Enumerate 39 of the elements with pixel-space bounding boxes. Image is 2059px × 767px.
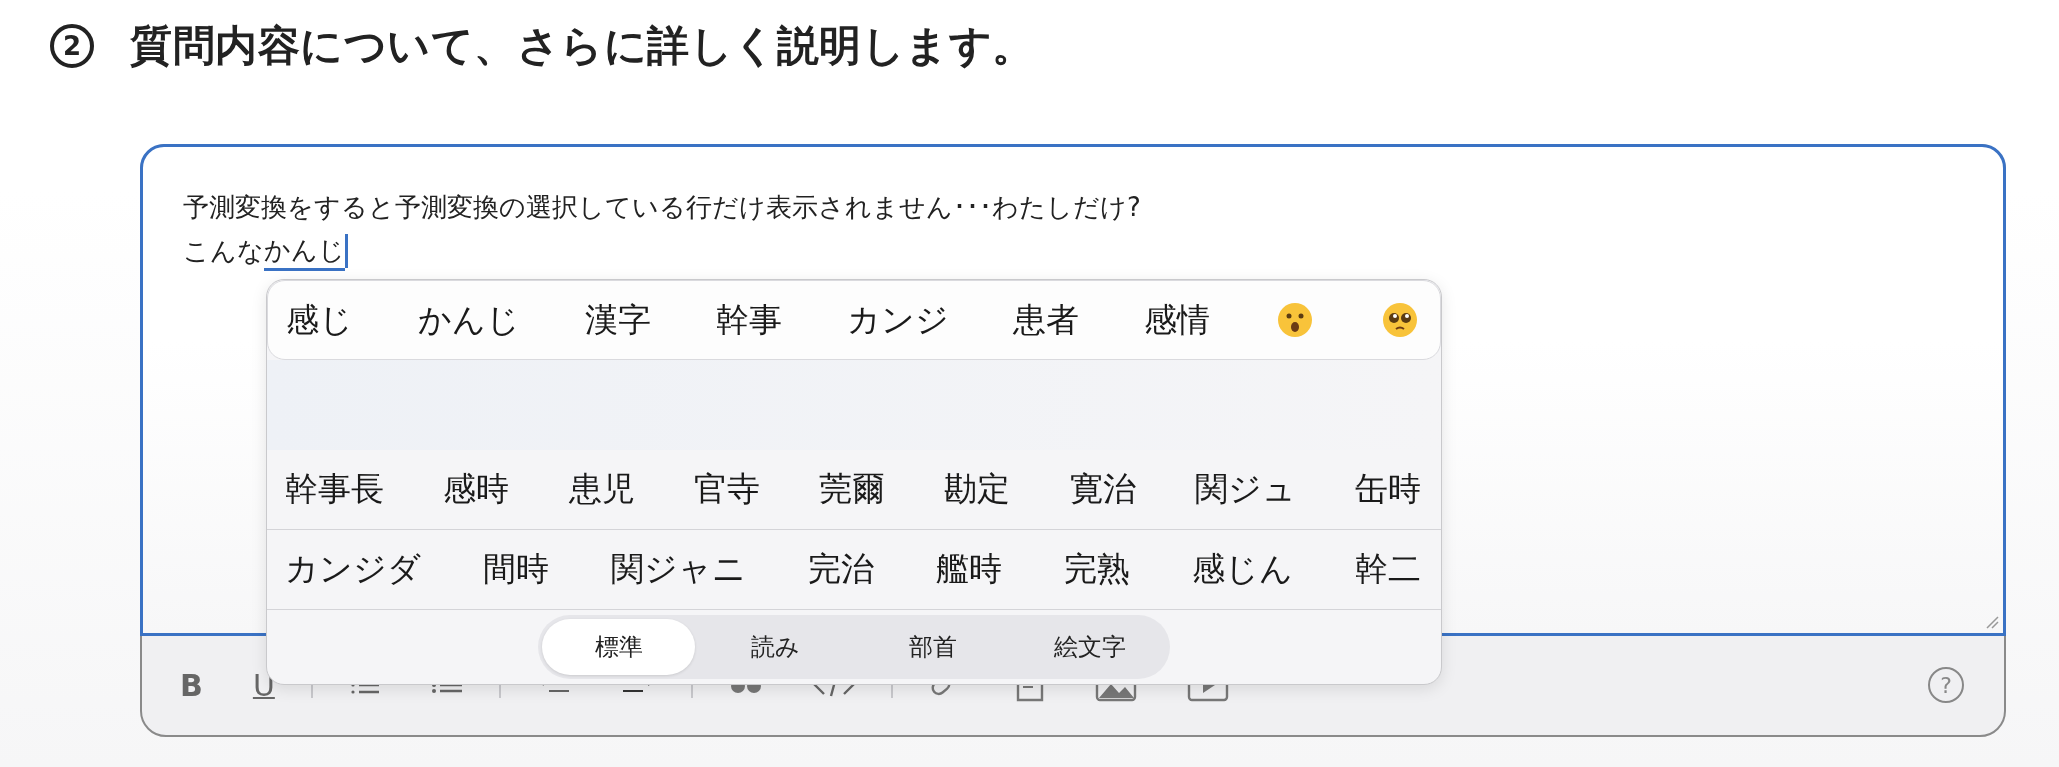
candidate-item[interactable]: 缶時	[1355, 467, 1421, 512]
resize-grip-icon[interactable]	[1985, 615, 1999, 629]
candidate-tab[interactable]: 標準	[542, 619, 695, 675]
candidate-item[interactable]: 感じん	[1192, 547, 1293, 592]
candidate-item[interactable]: 幹二	[1355, 547, 1421, 592]
candidate-item[interactable]: 完治	[808, 547, 874, 592]
emoji-icon[interactable]	[1380, 300, 1420, 340]
text-caret	[345, 234, 348, 268]
candidate-item[interactable]: 患児	[568, 467, 635, 512]
candidate-item[interactable]: 艦時	[936, 547, 1002, 592]
candidate-item[interactable]: 寛治	[1069, 467, 1136, 512]
candidate-row[interactable]: カンジダ 間時 関ジャニ 完治 艦時 完熟 感じん 幹二	[267, 530, 1441, 610]
candidate-row[interactable]: 感じ かんじ 漢字 幹事 カンジ 患者 感情	[267, 280, 1441, 360]
body-text: こんな	[183, 235, 264, 268]
candidate-item[interactable]: 関ジャニ	[611, 547, 746, 592]
candidate-item[interactable]: 感時	[443, 467, 510, 512]
candidate-item[interactable]: 間時	[483, 547, 549, 592]
candidate-item[interactable]: 完熟	[1064, 547, 1130, 592]
candidate-item[interactable]: 官寺	[693, 467, 760, 512]
candidate-item[interactable]: 幹事長	[285, 467, 384, 512]
candidate-item[interactable]: 患者	[1013, 297, 1080, 343]
body-text: 予測変換をすると予測変換の選択している行だけ表示されません･･･わたしだけ?	[183, 191, 1141, 224]
candidate-item[interactable]: 感情	[1144, 297, 1211, 343]
candidate-item[interactable]: カンジダ	[285, 547, 421, 592]
candidate-item[interactable]: 莞爾	[819, 467, 885, 512]
candidate-item[interactable]: カンジ	[846, 297, 949, 343]
candidate-item[interactable]: 関ジュ	[1194, 467, 1296, 512]
candidate-item[interactable]: 感じ	[286, 297, 353, 343]
section-heading: 質問内容について、さらに詳しく説明します。	[130, 20, 1035, 72]
candidate-item[interactable]: 勘定	[944, 467, 1011, 512]
candidate-tab[interactable]: 読み	[699, 619, 852, 675]
candidate-row[interactable]: 幹事長 感時 患児 官寺 莞爾 勘定 寛治 関ジュ 缶時	[267, 450, 1441, 530]
candidate-item[interactable]: かんじ	[417, 297, 520, 343]
candidate-tab[interactable]: 部首	[856, 619, 1009, 675]
bold-button[interactable]: B	[180, 667, 203, 703]
step-number: 2	[50, 24, 94, 68]
candidate-tab[interactable]: 絵文字	[1013, 619, 1166, 675]
candidate-item[interactable]: 漢字	[584, 297, 651, 343]
candidate-item[interactable]: 幹事	[715, 297, 782, 343]
